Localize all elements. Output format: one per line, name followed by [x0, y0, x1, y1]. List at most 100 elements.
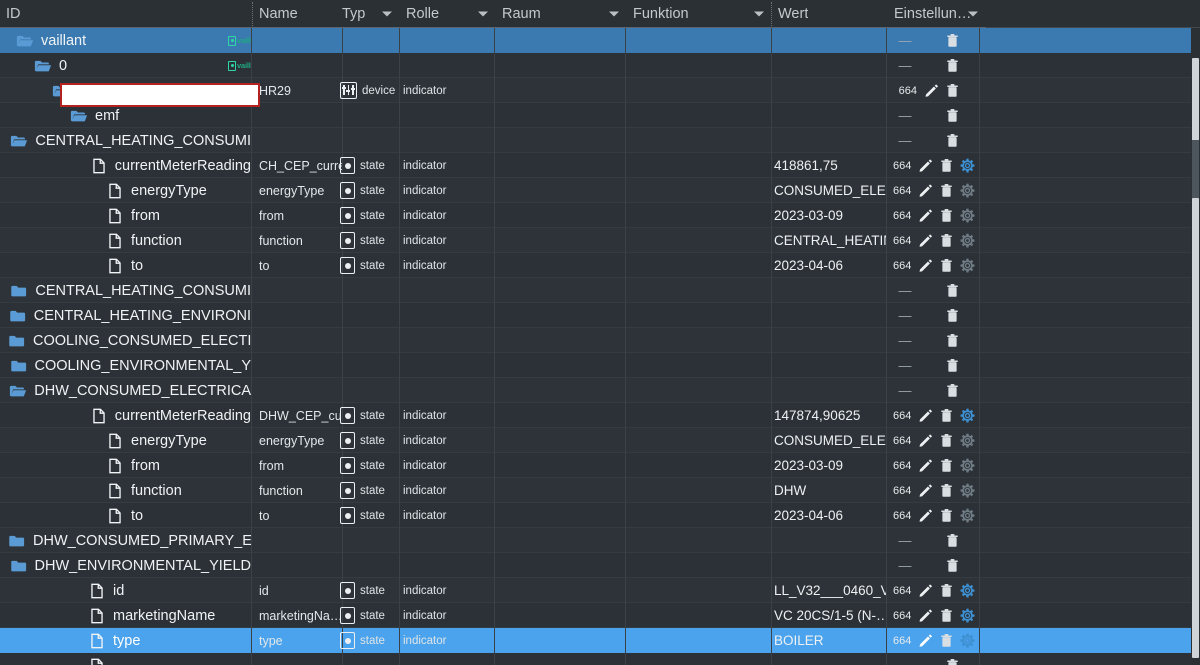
delete-icon[interactable] [939, 183, 954, 198]
cell-funktion[interactable] [627, 553, 772, 578]
edit-icon[interactable] [918, 583, 933, 598]
cell-rolle[interactable] [400, 28, 495, 53]
cell-id[interactable]: currentMeterReading [0, 153, 252, 178]
cell-name[interactable]: function [253, 478, 343, 503]
id-rename-input-wrapper[interactable] [60, 83, 260, 107]
cell-wert[interactable] [772, 653, 887, 665]
table-row[interactable]: COOLING_CONSUMED_ELECTI — [0, 328, 1200, 353]
cell-funktion[interactable] [627, 278, 772, 303]
file-icon[interactable] [88, 582, 106, 600]
folder-closed-icon[interactable] [10, 357, 28, 375]
cell-einstellungen[interactable]: — [888, 353, 980, 378]
cell-name[interactable] [253, 28, 343, 53]
settings-gear-icon[interactable] [960, 583, 975, 598]
table-row[interactable]: energyType energyType state indicator CONSUM… [0, 178, 1200, 203]
cell-funktion[interactable] [627, 628, 772, 653]
cell-einstellungen[interactable]: 664 [888, 453, 980, 478]
table-row[interactable]: from from state indicator 2023-03-09 664 [0, 203, 1200, 228]
cell-id[interactable]: from [0, 203, 252, 228]
table-row[interactable]: CENTRAL_HEATING_CONSUMI — [0, 278, 1200, 303]
column-header-wert[interactable]: Wert [772, 0, 888, 28]
table-row[interactable]: DHW_ENVIRONMENTAL_YIELD — [0, 553, 1200, 578]
cell-rolle[interactable]: indicator [400, 503, 495, 528]
cell-raum[interactable] [496, 653, 626, 665]
table-row[interactable]: to to state indicator 2023-04-06 664 [0, 503, 1200, 528]
cell-rolle[interactable] [400, 303, 495, 328]
cell-rolle[interactable]: indicator [400, 403, 495, 428]
delete-icon[interactable] [945, 533, 960, 548]
delete-icon[interactable] [939, 258, 954, 273]
table-row[interactable]: COOLING_ENVIRONMENTAL_Y — [0, 353, 1200, 378]
cell-id[interactable]: to [0, 253, 252, 278]
cell-funktion[interactable] [627, 503, 772, 528]
cell-wert[interactable]: BOILER [772, 628, 887, 653]
cell-funktion[interactable] [627, 253, 772, 278]
cell-name[interactable]: to [253, 253, 343, 278]
edit-icon[interactable] [918, 408, 933, 423]
cell-wert[interactable] [772, 553, 887, 578]
cell-name[interactable]: type [253, 628, 343, 653]
cell-id[interactable]: DHW_ENVIRONMENTAL_YIELD [0, 553, 252, 578]
cell-wert[interactable] [772, 528, 887, 553]
file-icon[interactable] [106, 482, 124, 500]
cell-einstellungen[interactable]: — [888, 553, 980, 578]
cell-raum[interactable] [496, 528, 626, 553]
cell-typ[interactable]: state [336, 628, 400, 653]
cell-name[interactable]: CH_CEP_curre… [253, 153, 343, 178]
cell-typ[interactable]: state [336, 403, 400, 428]
cell-funktion[interactable] [627, 453, 772, 478]
cell-raum[interactable] [496, 28, 626, 53]
delete-icon[interactable] [945, 358, 960, 373]
file-icon[interactable] [106, 457, 124, 475]
folder-open-icon[interactable] [9, 382, 27, 400]
divider-id-name[interactable] [252, 2, 253, 26]
cell-typ[interactable] [336, 103, 400, 128]
cell-name[interactable] [253, 528, 343, 553]
cell-raum[interactable] [496, 378, 626, 403]
delete-icon[interactable] [945, 133, 960, 148]
column-header-typ[interactable]: Typ [336, 0, 400, 28]
cell-funktion[interactable] [627, 353, 772, 378]
column-header-id[interactable]: ID [0, 0, 253, 28]
folder-closed-icon[interactable] [10, 282, 28, 300]
table-row[interactable]: type type state indicator BOILER 664 [0, 628, 1200, 653]
cell-typ[interactable]: state [336, 428, 400, 453]
cell-wert[interactable] [772, 353, 887, 378]
cell-raum[interactable] [496, 178, 626, 203]
cell-funktion[interactable] [627, 378, 772, 403]
cell-rolle[interactable] [400, 353, 495, 378]
file-icon[interactable] [106, 432, 124, 450]
settings-gear-icon[interactable] [960, 508, 975, 523]
cell-funktion[interactable] [627, 78, 772, 103]
edit-icon[interactable] [918, 233, 933, 248]
folder-open-icon[interactable] [34, 57, 52, 75]
cell-funktion[interactable] [627, 303, 772, 328]
cell-rolle[interactable]: indicator [400, 153, 495, 178]
file-icon[interactable] [90, 407, 108, 425]
cell-raum[interactable] [496, 278, 626, 303]
cell-funktion[interactable] [627, 403, 772, 428]
delete-icon[interactable] [945, 308, 960, 323]
cell-einstellungen[interactable]: 664 [888, 428, 980, 453]
cell-funktion[interactable] [627, 178, 772, 203]
settings-gear-icon[interactable] [960, 183, 975, 198]
file-icon[interactable] [106, 207, 124, 225]
settings-gear-icon[interactable] [960, 483, 975, 498]
cell-name[interactable] [253, 353, 343, 378]
cell-raum[interactable] [496, 353, 626, 378]
cell-rolle[interactable]: indicator [400, 178, 495, 203]
column-header-einstellun[interactable]: Einstellun… [888, 0, 986, 28]
cell-typ[interactable] [336, 278, 400, 303]
cell-id[interactable]: energyType [0, 178, 252, 203]
cell-id[interactable]: vaillant vaillant [0, 28, 252, 53]
cell-name[interactable]: function [253, 228, 343, 253]
delete-icon[interactable] [945, 333, 960, 348]
folder-closed-icon[interactable] [10, 557, 28, 575]
cell-raum[interactable] [496, 603, 626, 628]
divider-funktion-wert[interactable] [771, 2, 772, 26]
cell-raum[interactable] [496, 578, 626, 603]
table-row[interactable]: DHW_CONSUMED_ELECTRICA — [0, 378, 1200, 403]
cell-id[interactable]: DHW_CONSUMED_PRIMARY_E [0, 528, 252, 553]
cell-typ[interactable] [336, 328, 400, 353]
cell-typ[interactable]: state [336, 153, 400, 178]
